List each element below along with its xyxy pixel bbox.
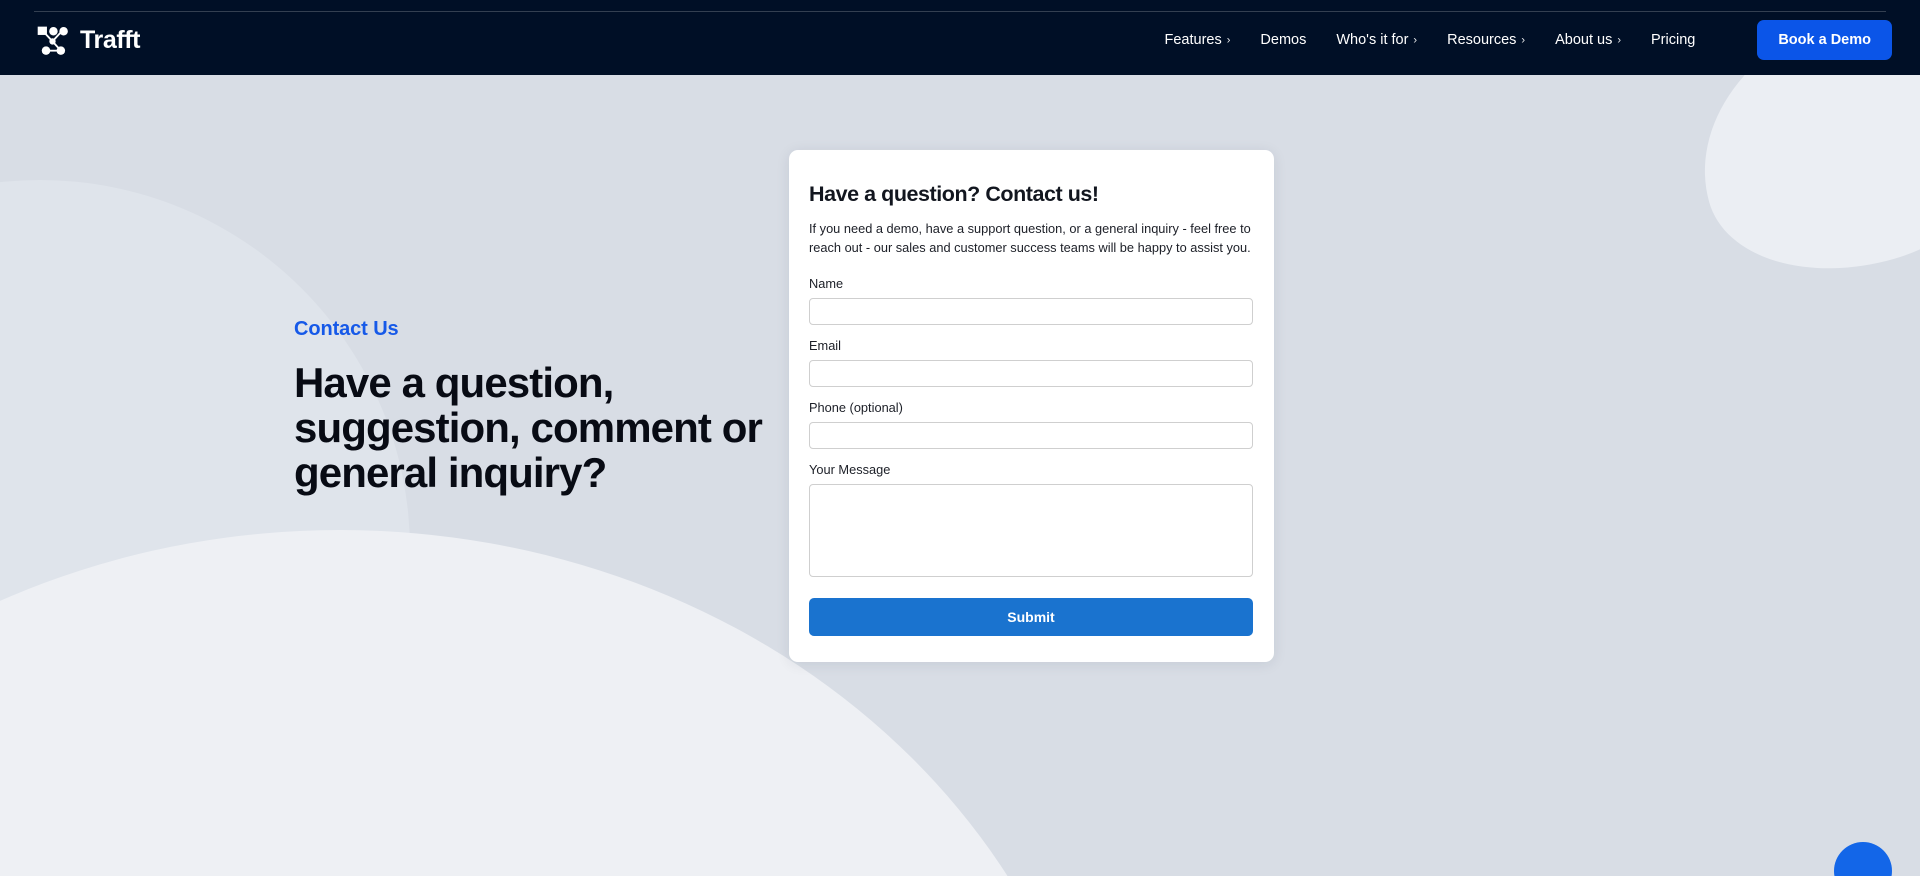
nav-item-whos-it-for[interactable]: Who's it for › [1336, 32, 1417, 48]
chevron-right-icon: › [1226, 34, 1231, 46]
contact-form-title: Have a question? Contact us! [809, 182, 1099, 206]
nav-item-resources[interactable]: Resources › [1447, 32, 1525, 48]
chevron-right-icon: › [1413, 34, 1418, 46]
hero-title-line-2: suggestion, comment or [294, 403, 763, 451]
nav-item-label: Demos [1260, 31, 1307, 48]
field-label-phone: Phone (optional) [809, 399, 903, 415]
field-label-name: Name [809, 275, 844, 291]
brand-name: Trafft [80, 25, 141, 54]
field-label-email: Email [809, 337, 841, 353]
field-label-message: Your Message [809, 461, 891, 477]
field-name: Name [809, 276, 1253, 325]
nav-item-label: Pricing [1651, 31, 1696, 48]
field-message: Your Message [809, 462, 1253, 577]
nav-item-features[interactable]: Features › [1165, 32, 1231, 48]
nav-item-demos[interactable]: Demos [1260, 32, 1306, 48]
chevron-right-icon: › [1617, 34, 1621, 46]
chevron-right-icon: › [1521, 34, 1526, 46]
phone-input[interactable] [809, 421, 1253, 449]
nav-item-label: Resources [1447, 31, 1517, 48]
trafft-node-network-icon [37, 26, 68, 55]
nav-item-label: Features [1164, 31, 1222, 48]
name-input[interactable] [809, 297, 1253, 325]
submit-button[interactable]: Submit [809, 597, 1253, 636]
contact-form-description: If you need a demo, have a support quest… [809, 221, 1251, 255]
email-input[interactable] [809, 359, 1253, 387]
top-navigation-bar: Trafft Features › Demos Who's it for › R… [0, 0, 1920, 75]
navbar-top-divider [34, 11, 1886, 12]
nav-item-label: About us [1555, 31, 1613, 48]
field-phone: Phone (optional) [809, 400, 1253, 449]
brand-logo-link[interactable]: Trafft [34, 22, 141, 59]
nav-item-about-us[interactable]: About us › [1555, 32, 1621, 48]
hero-title-line-3: general inquiry? [294, 448, 607, 496]
contact-form-card: Have a question? Contact us! If you need… [789, 150, 1274, 662]
hero-title-line-1: Have a question, [294, 359, 614, 406]
nav-item-label: Who's it for [1336, 31, 1409, 48]
nav-item-pricing[interactable]: Pricing [1651, 32, 1695, 48]
primary-navigation: Features › Demos Who's it for › Resource… [1165, 19, 1892, 60]
field-email: Email [809, 338, 1253, 387]
message-textarea[interactable] [809, 483, 1253, 577]
book-a-demo-button[interactable]: Book a Demo [1757, 19, 1892, 60]
background-blob-top-right [1669, 75, 1920, 304]
